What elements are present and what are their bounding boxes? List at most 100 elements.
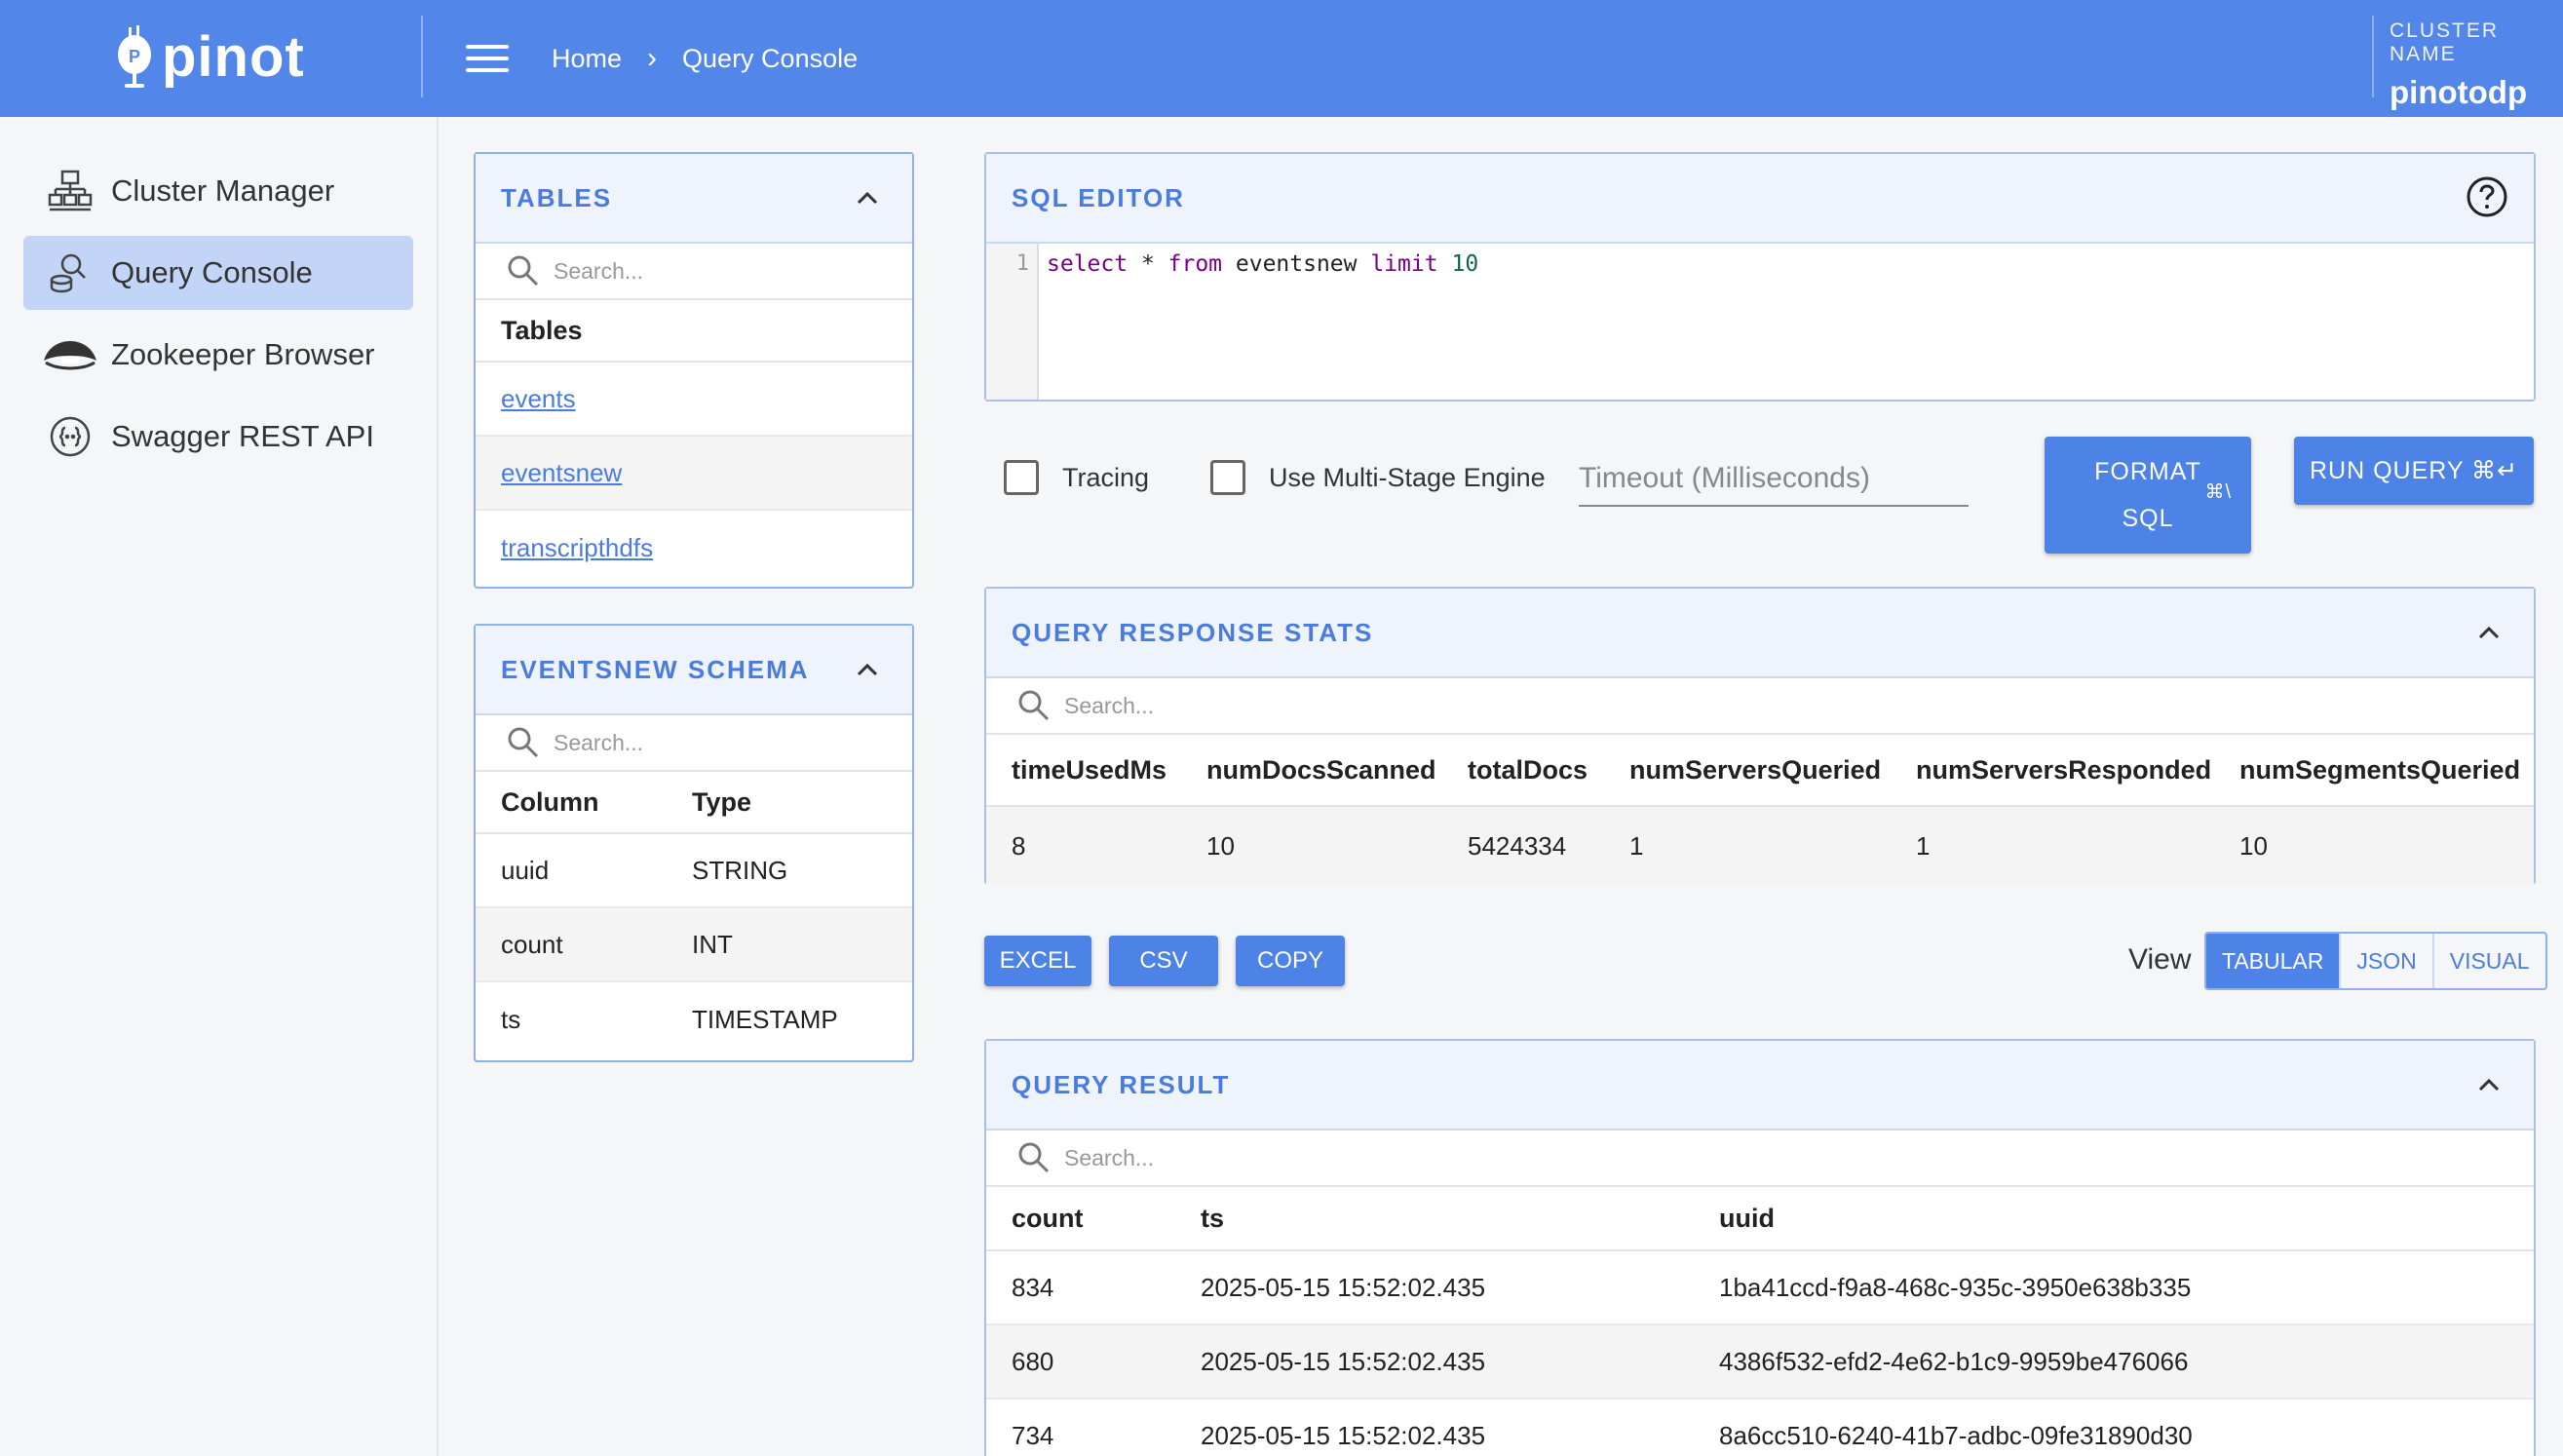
result-header-row: count ts uuid: [986, 1187, 2534, 1251]
schema-column-header: Column: [501, 786, 599, 817]
menu-icon[interactable]: [466, 37, 509, 80]
schema-header-row: Column Type: [476, 772, 912, 834]
format-sql-button[interactable]: FORMAT SQL ⌘\: [2045, 437, 2251, 554]
sidebar-item-cluster-manager[interactable]: Cluster Manager: [23, 154, 413, 228]
result-cell: 1ba41ccd-f9a8-468c-935c-3950e638b335: [1719, 1272, 2192, 1302]
search-icon: [508, 727, 539, 758]
result-cell: 2025-05-15 15:52:02.435: [1201, 1420, 1486, 1450]
stats-search: [986, 678, 2534, 735]
tracing-checkbox-box[interactable]: [1004, 460, 1039, 495]
sql-number: 10: [1451, 251, 1479, 277]
view-visual-button[interactable]: VISUAL: [2434, 934, 2545, 988]
stats-search-input[interactable]: [1064, 692, 1357, 719]
excel-button[interactable]: EXCEL: [984, 936, 1091, 986]
result-cell: 2025-05-15 15:52:02.435: [1201, 1272, 1486, 1302]
schema-panel-header[interactable]: EVENTSNEW SCHEMA: [476, 626, 912, 715]
query-response-stats-panel: QUERY RESPONSE STATS timeUsedMs numDocsS…: [984, 587, 2536, 885]
tables-search-input[interactable]: [554, 257, 846, 285]
sidebar-item-zookeeper-browser[interactable]: Zookeeper Browser: [23, 318, 413, 392]
stats-header: numSegmentsQueried: [2239, 754, 2521, 785]
breadcrumb-home[interactable]: Home: [552, 44, 622, 74]
timeout-placeholder: Timeout (Milliseconds): [1579, 462, 1870, 494]
tracing-checkbox[interactable]: Tracing: [1004, 460, 1149, 495]
stats-panel-header[interactable]: QUERY RESPONSE STATS: [986, 589, 2534, 678]
table-link-transcripthdfs[interactable]: transcripthdfs: [501, 533, 653, 563]
multistage-checkbox[interactable]: Use Multi-Stage Engine: [1210, 460, 1546, 495]
csv-button[interactable]: CSV: [1109, 936, 1218, 986]
result-cell: 4386f532-efd2-4e62-b1c9-9959be476066: [1719, 1346, 2189, 1376]
tables-panel: TABLES Tables events eventsnew transcrip…: [474, 152, 914, 589]
copy-button[interactable]: COPY: [1236, 936, 1345, 986]
tables-header-row: Tables: [476, 300, 912, 363]
result-header: uuid: [1719, 1203, 1775, 1233]
breadcrumb-query-console: Query Console: [682, 43, 859, 73]
timeout-input[interactable]: Timeout (Milliseconds): [1579, 452, 1969, 507]
query-options: Tracing Use Multi-Stage Engine Timeout (…: [984, 437, 2536, 554]
run-query-button[interactable]: RUN QUERY ⌘↵: [2294, 437, 2534, 505]
line-number: 1: [986, 244, 1039, 400]
tables-panel-header[interactable]: TABLES: [476, 154, 912, 244]
stats-value-row: 8 10 5424334 1 1 10: [986, 807, 2534, 885]
tables-list: events eventsnew transcripthdfs: [476, 363, 912, 585]
chevron-up-icon[interactable]: [2477, 1074, 2501, 1097]
table-row: 680 2025-05-15 15:52:02.435 4386f532-efd…: [986, 1325, 2534, 1399]
tracing-label: Tracing: [1062, 462, 1150, 492]
stats-value: 5424334: [1468, 830, 1567, 861]
chevron-right-icon: ›: [647, 42, 658, 74]
query-result-panel: QUERY RESULT count ts uuid 834 2025-05-1…: [984, 1039, 2536, 1456]
format-shortcut: ⌘\: [2204, 481, 2232, 503]
schema-search: [476, 715, 912, 772]
sql-keyword: limit: [1370, 251, 1438, 277]
schema-column-name: ts: [501, 1004, 521, 1034]
help-icon[interactable]: [2466, 175, 2508, 218]
search-icon: [508, 255, 539, 287]
svg-text:P: P: [129, 47, 140, 66]
table-link-events[interactable]: events: [501, 384, 576, 414]
table-row[interactable]: transcripthdfs: [476, 511, 912, 585]
table-link-eventsnew[interactable]: eventsnew: [501, 458, 622, 488]
code-editor[interactable]: 1 select * from eventsnew limit 10: [986, 244, 2534, 400]
tables-search: [476, 244, 912, 300]
multistage-label: Use Multi-Stage Engine: [1269, 462, 1546, 492]
pinot-logo[interactable]: P pinot: [115, 18, 305, 96]
tables-panel-title: TABLES: [501, 182, 613, 212]
schema-column-type: STRING: [692, 855, 788, 885]
view-json-button[interactable]: JSON: [2341, 934, 2434, 988]
result-panel-header[interactable]: QUERY RESULT: [986, 1041, 2534, 1130]
chevron-up-icon[interactable]: [856, 659, 879, 682]
view-toggle: TABULAR JSON VISUAL: [2204, 932, 2547, 990]
cluster-icon: [41, 162, 99, 220]
view-tabular-button[interactable]: TABULAR: [2206, 934, 2342, 988]
result-actions: EXCEL CSV COPY View TABULAR JSON VISUAL: [984, 932, 2547, 990]
chevron-up-icon[interactable]: [856, 187, 879, 211]
schema-type-header: Type: [692, 786, 752, 817]
sql-editor-panel: SQL EDITOR 1 select * from eventsnew lim…: [984, 152, 2536, 402]
sidebar-item-label: Cluster Manager: [111, 173, 335, 208]
table-row[interactable]: eventsnew: [476, 437, 912, 511]
schema-search-input[interactable]: [554, 729, 846, 756]
stats-value: 8: [1012, 830, 1026, 861]
sidebar-item-swagger-rest-api[interactable]: Swagger REST API: [23, 400, 413, 474]
view-label: View: [2128, 943, 2192, 976]
schema-row: ts TIMESTAMP: [476, 982, 912, 1056]
stats-value: 1: [1916, 830, 1931, 861]
stats-panel-title: QUERY RESPONSE STATS: [1012, 617, 1374, 647]
format-label-1: FORMAT: [2094, 458, 2201, 485]
sql-token: *: [1128, 251, 1168, 277]
table-row[interactable]: events: [476, 363, 912, 437]
sidebar-item-label: Query Console: [111, 255, 313, 289]
chevron-up-icon[interactable]: [2477, 622, 2501, 645]
result-search: [986, 1130, 2534, 1187]
schema-list: uuid STRING count INT ts TIMESTAMP: [476, 834, 912, 1056]
sidebar-item-query-console[interactable]: Query Console: [23, 236, 413, 310]
multistage-checkbox-box[interactable]: [1210, 460, 1245, 495]
result-cell: 680: [1012, 1346, 1054, 1376]
sql-code[interactable]: select * from eventsnew limit 10: [1039, 244, 1478, 400]
result-search-input[interactable]: [1064, 1144, 1357, 1171]
query-icon: [41, 244, 99, 302]
schema-column-name: count: [501, 929, 563, 959]
stats-header: timeUsedMs: [1012, 754, 1167, 785]
stats-header: numServersResponded: [1916, 754, 2212, 785]
sidebar-item-label: Zookeeper Browser: [111, 337, 375, 371]
header-divider: [421, 16, 423, 97]
